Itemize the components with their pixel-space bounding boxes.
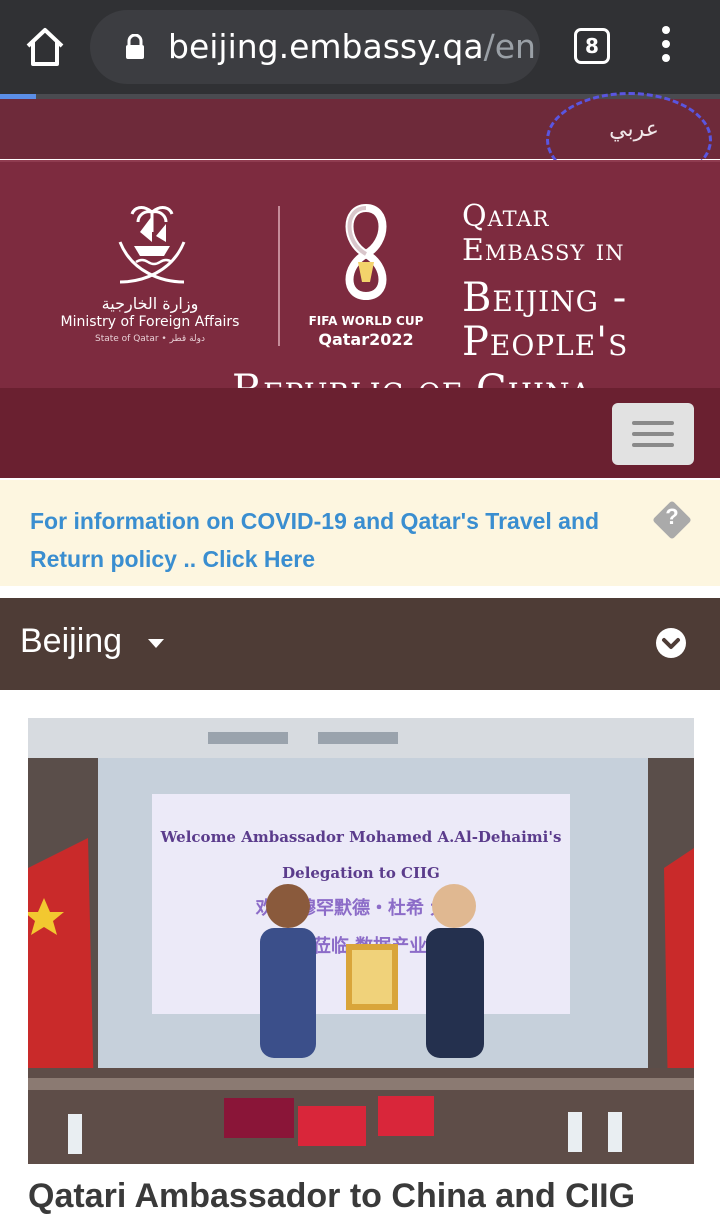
help-icon-glyph: ? bbox=[665, 504, 679, 529]
tab-switcher-button[interactable]: 8 bbox=[574, 28, 610, 64]
url-host: beijing.embassy.qa bbox=[168, 27, 484, 66]
article-title[interactable]: Qatari Ambassador to China and CIIG bbox=[28, 1176, 720, 1216]
article-image[interactable]: Welcome Ambassador Mohamed A.Al-Dehaimi'… bbox=[28, 718, 694, 1164]
caret-down-icon bbox=[148, 639, 164, 648]
browser-toolbar: beijing.embassy.qa/en 8 bbox=[0, 0, 720, 94]
covid-notice: For information on COVID-19 and Qatar's … bbox=[0, 480, 720, 586]
covid-notice-link[interactable]: For information on COVID-19 and Qatar's … bbox=[30, 502, 650, 578]
site-title-line1: Qatar bbox=[462, 199, 550, 234]
banner-text-1: Welcome Ambassador Mohamed A.Al-Dehaimi'… bbox=[160, 828, 562, 846]
site-title-small: Qatar Embassy in bbox=[462, 200, 624, 268]
menu-toggle-button[interactable] bbox=[612, 403, 694, 465]
mofa-state-line: State of Qatar • دولة قطر bbox=[94, 334, 206, 344]
city-selector[interactable]: Beijing bbox=[0, 598, 720, 690]
banner-text-2: Delegation to CIIG bbox=[282, 864, 440, 882]
site-title-line2: Embassy in bbox=[462, 233, 625, 268]
world-cup-subtitle: Qatar2022 bbox=[318, 330, 414, 349]
mofa-english-name: Ministry of Foreign Affairs bbox=[60, 314, 240, 330]
main-navbar bbox=[0, 388, 720, 478]
site-title-large: Beijing - People's bbox=[462, 276, 628, 364]
site-header-banner: وزارة الخارجية Ministry of Foreign Affai… bbox=[0, 160, 720, 388]
language-bar: عربي bbox=[0, 92, 720, 188]
mofa-logo[interactable]: وزارة الخارجية Ministry of Foreign Affai… bbox=[52, 202, 252, 352]
world-cup-logo[interactable]: FIFA WORLD CUP Qatar2022 bbox=[300, 202, 432, 352]
logo-divider bbox=[278, 206, 280, 346]
url-path: /en bbox=[483, 27, 536, 66]
lock-icon bbox=[126, 34, 144, 59]
site-title-line3: Beijing - bbox=[462, 275, 628, 321]
overflow-menu-icon[interactable] bbox=[656, 26, 676, 70]
home-icon[interactable] bbox=[22, 24, 68, 70]
url-text: beijing.embassy.qa/en bbox=[168, 28, 536, 66]
mofa-arabic-name: وزارة الخارجية bbox=[101, 294, 199, 313]
city-selector-label: Beijing bbox=[20, 622, 123, 660]
world-cup-emblem-icon bbox=[345, 203, 387, 301]
chevron-down-circle-icon[interactable] bbox=[656, 628, 686, 658]
site-title-line5: Republic of China bbox=[232, 368, 592, 388]
site-title-line4: People's bbox=[462, 319, 629, 365]
address-bar[interactable]: beijing.embassy.qa/en bbox=[90, 10, 540, 84]
world-cup-title: FIFA WORLD CUP bbox=[308, 314, 424, 328]
qatar-emblem-icon bbox=[118, 206, 186, 284]
